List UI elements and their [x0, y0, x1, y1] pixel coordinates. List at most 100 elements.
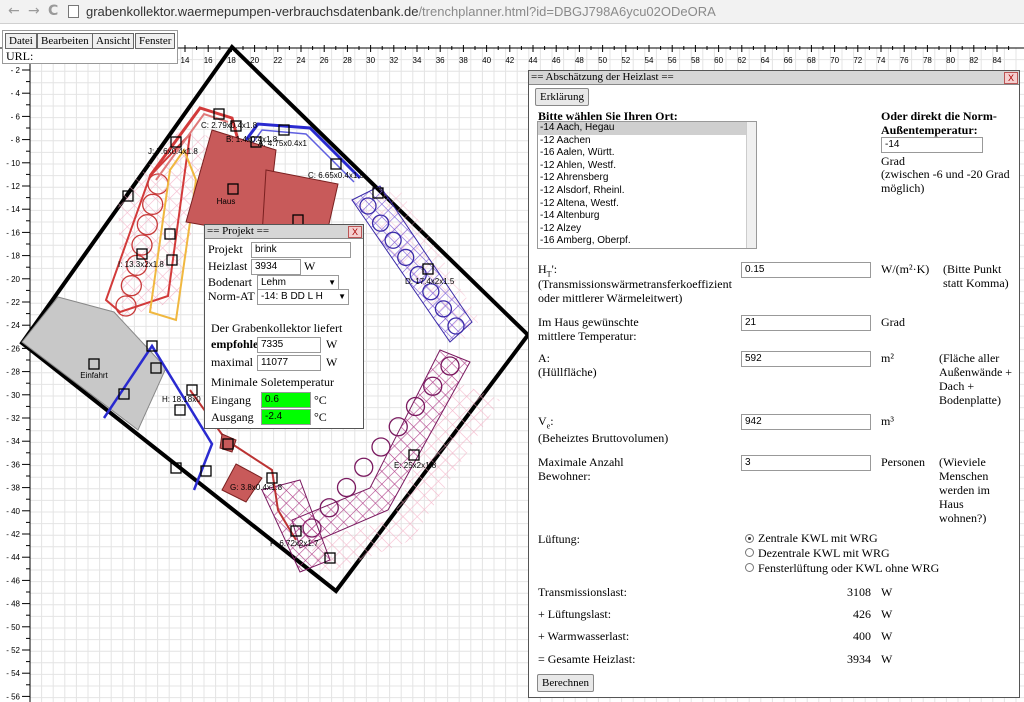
y-ruler-label: - 44 [6, 553, 20, 562]
x-ruler-label: 72 [853, 56, 862, 65]
bewohner-input[interactable]: 3 [741, 455, 871, 471]
ort-list-item[interactable]: -16 Amberg, Oberpf. [538, 235, 756, 248]
ww-unit: W [881, 629, 893, 643]
chevron-down-icon: ▼ [338, 292, 346, 301]
project-window-titlebar[interactable]: == Projekt == [205, 225, 363, 239]
forward-icon[interactable]: → [28, 3, 40, 19]
temp-unit: Grad [881, 315, 905, 329]
norm-temp-input[interactable]: -14 [881, 137, 983, 153]
url-path: /trenchplanner.html?id=DBGJ798A6ycu02ODe… [418, 4, 716, 19]
y-ruler-label: - 30 [6, 391, 20, 400]
pipe-loop [371, 437, 391, 457]
heizlast-close-button[interactable]: X [1004, 72, 1018, 84]
label-einfahrt: Einfahrt [80, 371, 108, 380]
ort-list-item[interactable]: -12 Ahrensberg [538, 172, 756, 185]
project-window-title: == Projekt == [207, 225, 270, 237]
a-hint: (Fläche aller Außenwände + Dach + Bodenp… [939, 351, 1013, 407]
x-ruler-label: 80 [946, 56, 955, 65]
y-ruler-label: - 14 [6, 205, 20, 214]
x-ruler-label: 70 [830, 56, 839, 65]
x-ruler-label: 76 [900, 56, 909, 65]
driveway-area[interactable] [21, 296, 167, 431]
berechnen-button[interactable]: Berechnen [537, 674, 595, 692]
normat-select[interactable]: -14: B DD L H ▼ [257, 289, 349, 305]
lueftung-option-dezentrale[interactable]: Dezentrale KWL mit WRG [758, 546, 890, 560]
y-ruler-label: - 12 [6, 182, 20, 191]
gesamt-value: 3934 [847, 652, 871, 666]
radio-zentrale[interactable] [745, 534, 754, 543]
ve-input[interactable]: 942 [741, 414, 871, 430]
x-ruler-label: 74 [877, 56, 886, 65]
erklaerung-button[interactable]: Erklärung [535, 88, 589, 106]
eingang-output: 0.6 [261, 392, 311, 408]
menu-ansicht[interactable]: Ansicht [92, 33, 135, 49]
ht-hint: (Bitte Punkt statt Komma) [943, 262, 1009, 290]
temp-input[interactable]: 21 [741, 315, 871, 331]
ort-list-item[interactable]: -16 Aalen, Württ. [538, 147, 756, 160]
ww-value: 400 [853, 629, 871, 643]
label-seg-j: J: 7.6x0.4x1.8 [148, 147, 198, 156]
ort-list-item[interactable]: -12 Alsdorf, Rheinl. [538, 185, 756, 198]
label-haus: Haus [217, 197, 236, 206]
bodenart-value: Lehm [261, 277, 287, 288]
y-ruler-label: - 42 [6, 530, 20, 539]
node-marker[interactable] [174, 404, 186, 416]
menu-datei[interactable]: Datei [5, 33, 37, 49]
x-ruler-label: 66 [784, 56, 793, 65]
x-ruler-label: 24 [297, 56, 306, 65]
y-ruler-label: - 18 [6, 252, 20, 261]
label-seg-c: C: 2.79x0.4x1.8 [201, 121, 258, 130]
ort-list-item[interactable]: -14 Aach, Hegau [538, 122, 756, 135]
ort-list-item[interactable]: -14 Altenburg [538, 210, 756, 223]
project-close-button[interactable]: X [348, 226, 362, 238]
ort-list-item[interactable]: -12 Alzey [538, 223, 756, 236]
x-ruler-label: 14 [181, 56, 190, 65]
listbox-scrollbar[interactable] [746, 122, 756, 248]
lueftung-option-fenster[interactable]: Fensterlüftung oder KWL ohne WRG [758, 561, 939, 575]
norm-hint: (zwischen -6 und -20 Grad möglich) [881, 167, 1010, 195]
lueftung-option-zentrale[interactable]: Zentrale KWL mit WRG [758, 531, 878, 545]
a-input[interactable]: 592 [741, 351, 871, 367]
y-ruler: - 2 - 4 - 6 - 8 - 10 - 12 - 14 - 16 - 18 - 20 - 22… [6, 48, 31, 702]
ve-symbol: V [538, 414, 547, 428]
ort-list-item[interactable]: -12 Aachen [538, 135, 756, 148]
ht-unit: W/(m²·K) [881, 262, 930, 276]
heizlast-window-titlebar[interactable]: == Abschätzung der Heizlast == [529, 71, 1019, 85]
y-ruler-label: - 46 [6, 576, 20, 585]
y-ruler-label: - 16 [6, 228, 20, 237]
projekt-input[interactable]: brink [251, 242, 351, 258]
y-ruler-label: - 54 [6, 669, 20, 678]
back-icon[interactable]: ← [8, 3, 20, 19]
heizlast-input[interactable]: 3934 [251, 259, 301, 275]
ort-listbox[interactable]: -14 Aach, Hegau -12 Aachen -16 Aalen, Würt… [537, 121, 757, 249]
ort-list-item[interactable]: -12 Ahlen, Westf. [538, 160, 756, 173]
y-ruler-label: - 50 [6, 623, 20, 632]
menu-fenster[interactable]: Fenster [135, 33, 176, 49]
x-ruler-label: 38 [459, 56, 468, 65]
reload-icon[interactable]: C [48, 3, 58, 19]
label-seg-h: H: 18.18x0 [162, 395, 201, 404]
y-ruler-label: - 32 [6, 414, 20, 423]
a-label: A: [538, 351, 550, 365]
radio-fensterlueftung[interactable] [745, 563, 754, 572]
x-ruler-label: 30 [366, 56, 375, 65]
url-label: URL: [6, 49, 34, 63]
empfohlen-output: 7335 [257, 337, 321, 353]
menu-bearbeiten[interactable]: Bearbeiten [37, 33, 93, 49]
ht-symbol: H [538, 262, 547, 276]
x-ruler-label: 58 [691, 56, 700, 65]
bewohner-label: Maximale Anzahl Bewohner: [538, 455, 624, 483]
heizlast-label: Heizlast [208, 259, 248, 273]
radio-dezentrale[interactable] [745, 548, 754, 557]
x-ruler-label: 78 [923, 56, 932, 65]
ht-input[interactable]: 0.15 [741, 262, 871, 278]
ort-list-item[interactable]: -12 Altena, Westf. [538, 198, 756, 211]
url-field[interactable]: grabenkollektor.waermepumpen-verbrauchsd… [86, 4, 716, 19]
x-ruler-label: 68 [807, 56, 816, 65]
project-window: == Projekt == X Projekt brink Heizlast 3… [204, 224, 364, 429]
y-ruler-label: - 22 [6, 298, 20, 307]
pipe-loop [354, 457, 374, 477]
x-ruler-label: 62 [737, 56, 746, 65]
x-ruler-label: 84 [993, 56, 1002, 65]
x-ruler-label: 52 [621, 56, 630, 65]
